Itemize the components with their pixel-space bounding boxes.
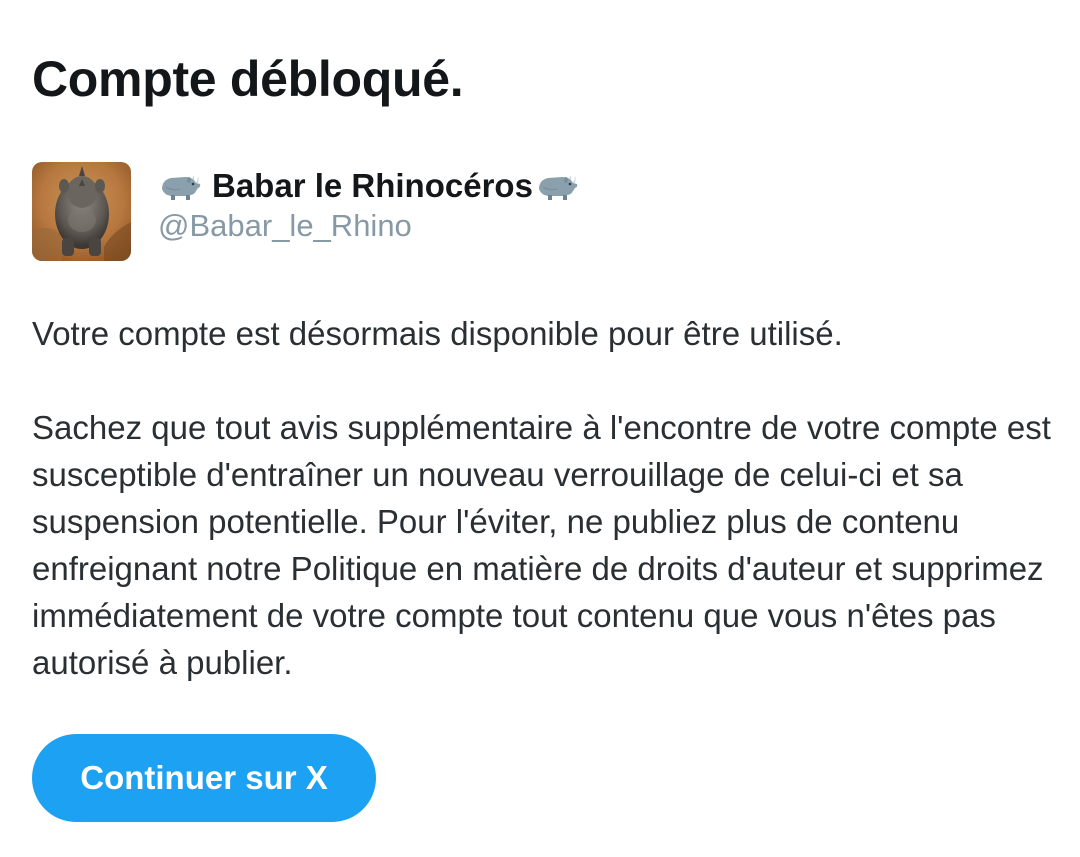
rhinoceros-icon — [158, 169, 202, 203]
display-name-row: Babar le Rhinocéros — [158, 164, 579, 208]
user-card: Babar le Rhinocéros @Babar_le_Rhino — [32, 162, 579, 262]
user-handle: @Babar_le_Rhino — [158, 208, 412, 243]
user-info: Babar le Rhinocéros @Babar_le_Rhino — [158, 162, 579, 244]
message-paragraph: Sachez que tout avis supplémentaire à l'… — [32, 409, 1051, 681]
message-paragraph: Votre compte est désormais disponible po… — [32, 315, 843, 352]
rhino-avatar-image — [32, 162, 131, 261]
message-body: Votre compte est désormais disponible po… — [32, 310, 1052, 686]
display-name: Babar le Rhinocéros — [212, 167, 533, 204]
avatar — [32, 162, 131, 261]
rhinoceros-icon — [535, 169, 579, 203]
page-title: Compte débloqué. — [32, 51, 464, 107]
continue-button[interactable]: Continuer sur X — [32, 734, 376, 822]
